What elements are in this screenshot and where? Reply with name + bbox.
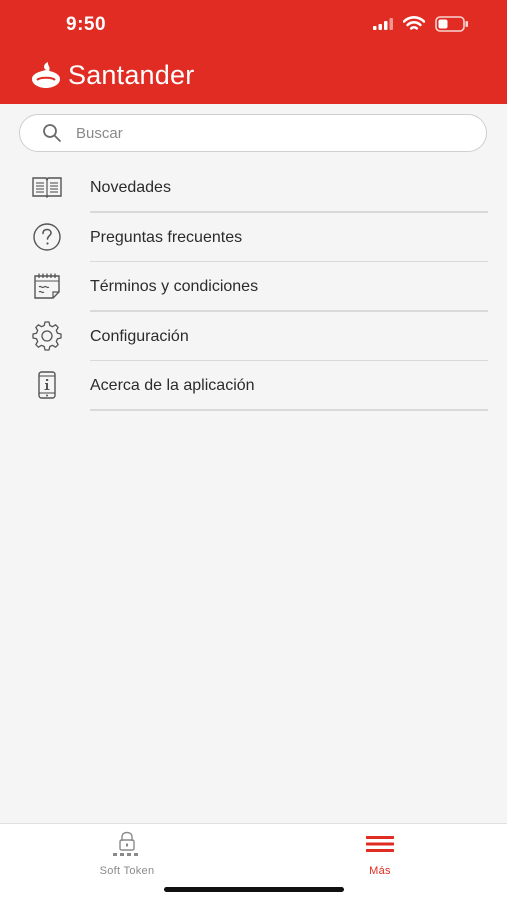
menu-item-preguntas-frecuentes[interactable]: Preguntas frecuentes (0, 213, 507, 262)
signal-icon (373, 18, 393, 30)
menu-item-terminos-condiciones[interactable]: Términos y condiciones (0, 262, 507, 312)
santander-logo: Santander (28, 60, 194, 91)
menu-item-label: Configuración (90, 327, 189, 345)
menu-item-acerca-de[interactable]: Acerca de la aplicación (0, 361, 507, 411)
phone-info-icon (31, 371, 63, 399)
wifi-icon (403, 16, 425, 30)
menu-item-label: Términos y condiciones (90, 278, 259, 295)
document-calendar-icon (31, 272, 63, 300)
question-circle-icon (31, 222, 63, 251)
search-input[interactable] (74, 123, 448, 143)
battery-icon (435, 16, 468, 32)
menu-item-novedades[interactable]: Novedades (0, 163, 507, 213)
menu-item-configuracion[interactable]: Configuración (0, 312, 507, 361)
tab-mas[interactable]: Más (320, 830, 440, 877)
menu-item-label: Acerca de la aplicación (90, 377, 255, 394)
app-header: 9:50 Santander (0, 0, 507, 104)
tab-label: Más (369, 865, 391, 877)
menu-item-label: Novedades (90, 179, 171, 196)
status-icons (373, 16, 469, 32)
search-icon (42, 123, 62, 143)
tab-soft-token[interactable]: Soft Token (67, 830, 187, 877)
santander-flame-icon (32, 61, 60, 88)
hamburger-menu-icon (366, 836, 394, 852)
brand-name: Santander (68, 60, 195, 90)
menu-item-label: Preguntas frecuentes (90, 228, 243, 246)
menu-list: Novedades Preguntas frecuentes Términos … (0, 163, 507, 411)
search-bar[interactable] (19, 114, 487, 152)
lock-token-icon (113, 831, 138, 856)
gear-icon (31, 320, 63, 351)
divider (90, 409, 488, 411)
home-indicator (164, 887, 344, 892)
status-time: 9:50 (66, 14, 107, 35)
tab-label: Soft Token (99, 865, 155, 877)
book-icon (31, 173, 63, 201)
